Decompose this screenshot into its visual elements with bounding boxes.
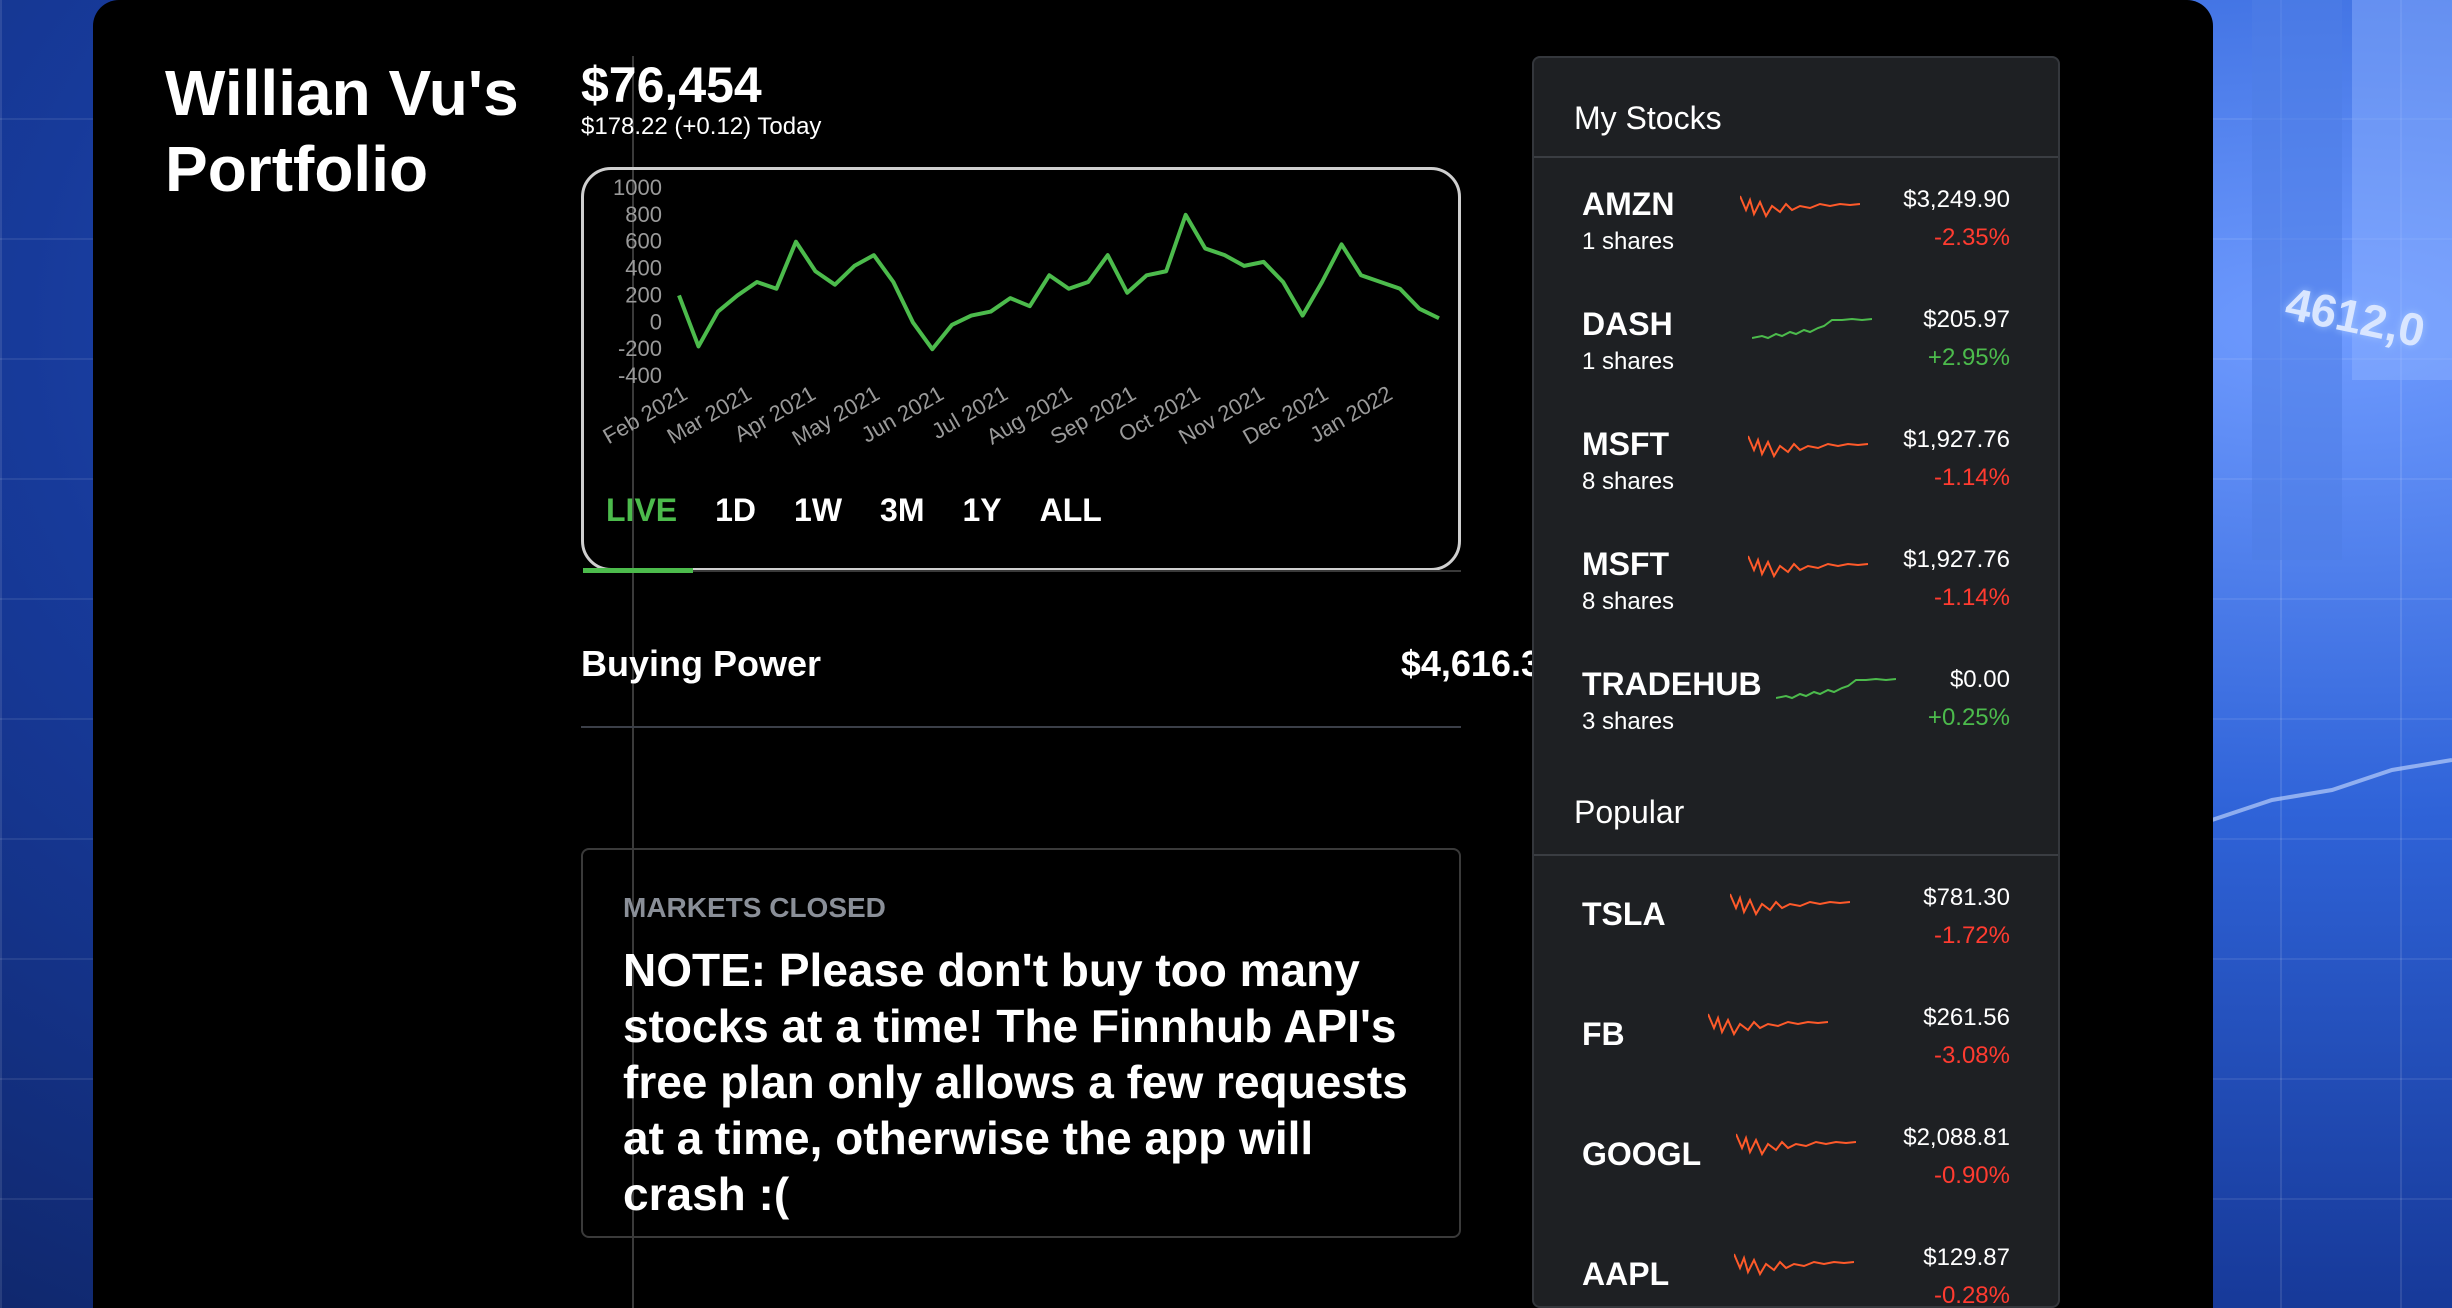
background-bars <box>2212 0 2452 822</box>
sparkline-chart <box>1734 1253 1854 1277</box>
y-tick-label: -200 <box>618 336 662 361</box>
sparkline-chart <box>1748 435 1868 459</box>
timeframe-tabs: LIVE 1D 1W 3M 1Y ALL <box>606 492 1140 529</box>
sparkline <box>1776 677 1896 700</box>
stock-row-msft[interactable]: MSFT 8 shares $1,927.76 -1.14% <box>1534 398 2058 518</box>
popular-list: TSLA $781.30 -1.72% FB $261.56 -3.08% GOOGL $2,… <box>1534 856 2058 1308</box>
sparkline-chart <box>1776 677 1896 700</box>
stock-symbol: AAPL <box>1582 1256 1670 1292</box>
stock-shares: 8 shares <box>1582 588 1675 615</box>
stock-change-percent: -0.90% <box>1933 1162 2010 1189</box>
stocks-sidebar[interactable]: My Stocks AMZN 1 shares $3,249.90 -2.35% DAS… <box>1532 56 2060 1308</box>
stock-symbol: DASH <box>1582 306 1673 342</box>
tab-all[interactable]: ALL <box>1040 492 1102 529</box>
stock-symbol: MSFT <box>1582 426 1670 462</box>
stock-row-dash[interactable]: DASH 1 shares $205.97 +2.95% <box>1534 278 2058 398</box>
stock-price: $129.87 <box>1923 1244 2010 1271</box>
stock-price: $1,927.76 <box>1903 546 2010 573</box>
stock-row-tradehub[interactable]: TRADEHUB 3 shares $0.00 +0.25% <box>1534 638 2058 758</box>
stock-symbol: FB <box>1582 1016 1625 1052</box>
stock-price: $781.30 <box>1923 884 2010 911</box>
stock-row-fb[interactable]: FB $261.56 -3.08% <box>1534 976 2058 1096</box>
buying-power-label: Buying Power <box>581 643 822 684</box>
y-tick-label: 1000 <box>613 175 662 200</box>
market-notice: MARKETS CLOSED NOTE: Please don't buy to… <box>581 848 1461 1238</box>
stock-shares: 3 shares <box>1582 708 1675 735</box>
y-tick-label: 400 <box>625 256 662 281</box>
notice-heading: MARKETS CLOSED <box>623 892 886 923</box>
stock-row-aapl[interactable]: AAPL $129.87 -0.28% <box>1534 1216 2058 1308</box>
portfolio-chart: 1000 800 600 400 200 0 -200 -400 Feb 2021 Mar 202… <box>581 167 1461 571</box>
y-tick-label: -400 <box>618 363 662 388</box>
stock-row-googl[interactable]: GOOGL $2,088.81 -0.90% <box>1534 1096 2058 1216</box>
stock-price: $261.56 <box>1923 1004 2010 1031</box>
tab-3m[interactable]: 3M <box>880 492 924 529</box>
page-title: Willian Vu's Portfolio <box>165 57 519 205</box>
stock-change-percent: -3.08% <box>1933 1042 2010 1069</box>
tab-1y[interactable]: 1Y <box>962 492 1001 529</box>
stock-price: $3,249.90 <box>1903 186 2010 213</box>
sparkline <box>1748 555 1868 579</box>
sparkline <box>1734 1253 1854 1277</box>
stock-symbol: MSFT <box>1582 546 1670 582</box>
sparkline <box>1752 317 1872 340</box>
stock-price: $0.00 <box>1949 666 2010 693</box>
stock-change-percent: +2.95% <box>1927 344 2010 371</box>
sparkline-chart <box>1730 893 1850 917</box>
active-tab-indicator <box>583 568 693 573</box>
stock-symbol: TSLA <box>1582 896 1666 932</box>
y-tick-label: 800 <box>625 202 662 227</box>
y-tick-label: 0 <box>650 309 662 334</box>
sparkline-chart <box>1740 195 1860 219</box>
stock-change-percent: -1.14% <box>1933 584 2010 611</box>
line-chart: 10008006004002000-200-400Feb 2021Mar 202… <box>598 175 1440 451</box>
tab-1d[interactable]: 1D <box>715 492 756 529</box>
stock-price: $1,927.76 <box>1903 426 2010 453</box>
stock-change-percent: +0.25% <box>1927 704 2010 731</box>
stock-price: $2,088.81 <box>1903 1124 2010 1151</box>
y-tick-label: 600 <box>625 229 662 254</box>
stock-change-percent: -0.28% <box>1933 1282 2010 1308</box>
sparkline-chart <box>1708 1013 1828 1037</box>
portfolio-balance: $76,454 <box>581 57 762 113</box>
sparkline <box>1730 893 1850 917</box>
stock-change-percent: -2.35% <box>1933 224 2010 251</box>
tab-1w[interactable]: 1W <box>794 492 842 529</box>
stock-row-msft[interactable]: MSFT 8 shares $1,927.76 -1.14% <box>1534 518 2058 638</box>
my-stocks-list: AMZN 1 shares $3,249.90 -2.35% DASH 1 shares $… <box>1534 158 2058 758</box>
tab-baseline <box>693 570 1461 572</box>
notice-body: NOTE: Please don't buy too many stocks a… <box>623 944 1408 1220</box>
sparkline-chart <box>1748 555 1868 579</box>
stock-row-amzn[interactable]: AMZN 1 shares $3,249.90 -2.35% <box>1534 158 2058 278</box>
stock-row-tsla[interactable]: TSLA $781.30 -1.72% <box>1534 856 2058 976</box>
sparkline <box>1740 195 1860 219</box>
stock-shares: 1 shares <box>1582 348 1675 375</box>
divider <box>581 726 1461 728</box>
y-tick-label: 200 <box>625 282 662 307</box>
my-stocks-heading: My Stocks <box>1574 100 1722 136</box>
stock-shares: 8 shares <box>1582 468 1675 495</box>
popular-heading: Popular <box>1574 794 1685 830</box>
stock-symbol: TRADEHUB <box>1582 666 1762 702</box>
sparkline <box>1708 1013 1828 1037</box>
stock-price: $205.97 <box>1923 306 2010 333</box>
sparkline <box>1736 1133 1856 1157</box>
portfolio-change-today: $178.22 (+0.12) Today <box>581 113 822 140</box>
series-line <box>677 212 1440 352</box>
stock-symbol: AMZN <box>1582 186 1675 222</box>
stock-change-percent: -1.14% <box>1933 464 2010 491</box>
stock-shares: 1 shares <box>1582 228 1675 255</box>
sparkline-chart <box>1736 1133 1856 1157</box>
sparkline-chart <box>1752 317 1872 340</box>
sparkline <box>1748 435 1868 459</box>
tab-live[interactable]: LIVE <box>606 492 677 529</box>
stock-change-percent: -1.72% <box>1933 922 2010 949</box>
buying-power-value: $4,616.37 <box>1400 643 1561 684</box>
stock-symbol: GOOGL <box>1582 1136 1702 1172</box>
